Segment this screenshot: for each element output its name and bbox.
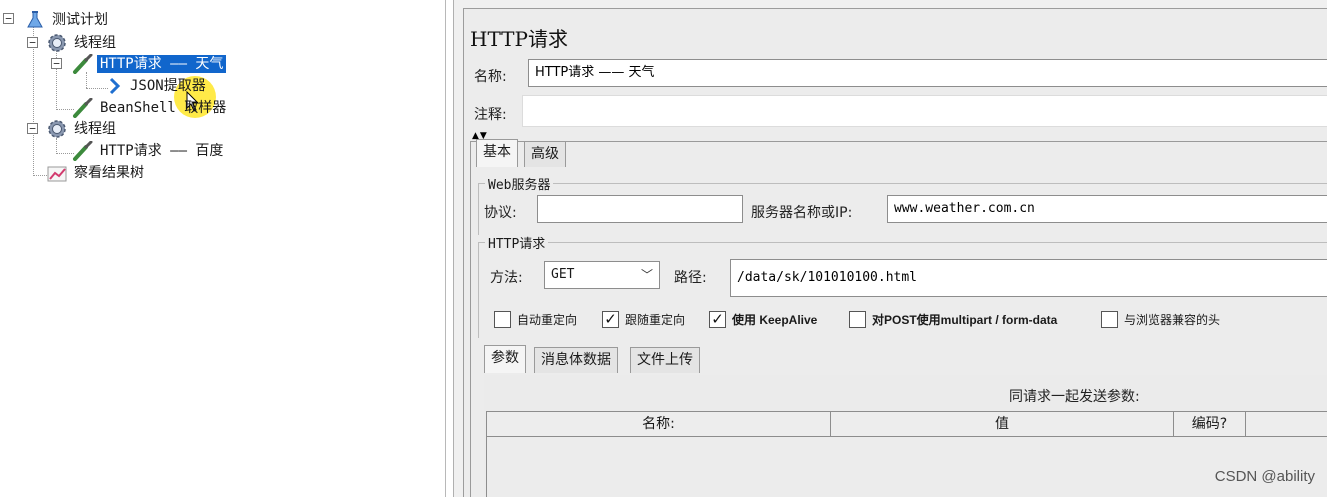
checkbox-follow-redirects[interactable]: ✓ 跟随重定向	[602, 311, 685, 328]
checkbox-auto-redirect[interactable]: 自动重定向	[494, 311, 577, 328]
group-title: Web服务器	[485, 174, 554, 193]
tree-node-label: HTTP请求 —— 百度	[100, 143, 224, 159]
checkbox-box	[494, 311, 511, 328]
server-name-label: 服务器名称或IP:	[751, 205, 853, 221]
column-header-encode[interactable]: 编码?	[1174, 412, 1246, 436]
tree-node-label: 线程组	[74, 121, 116, 137]
page-title: HTTP请求	[470, 27, 568, 51]
tree-node-thread-group[interactable]: 线程组	[46, 119, 119, 139]
tree-node-label: 线程组	[74, 35, 116, 51]
method-label: 方法:	[490, 270, 523, 286]
tree-node-test-plan[interactable]: 测试计划	[24, 10, 111, 30]
tab-files-upload[interactable]: 文件上传	[630, 347, 700, 373]
checkbox-box: ✓	[602, 311, 619, 328]
gear-icon	[46, 33, 68, 53]
pipette-icon	[72, 53, 94, 74]
tree-connector	[86, 88, 108, 89]
editor-panel: HTTP请求 名称: HTTP请求 —— 天气 注释: ▲▼ 基本 高级 Web…	[453, 0, 1327, 497]
checkbox-browser-compatible-headers[interactable]: 与浏览器兼容的头	[1101, 311, 1220, 328]
checkbox-box: ✓	[709, 311, 726, 328]
name-label: 名称:	[474, 69, 507, 85]
tree-connector	[56, 138, 57, 154]
expand-toggle[interactable]: −	[51, 58, 62, 69]
tab-advanced[interactable]: 高级	[524, 141, 566, 167]
tree-node-view-results-tree[interactable]: 察看结果树	[46, 163, 147, 183]
pipette-icon	[72, 140, 94, 161]
method-value: GET	[551, 267, 575, 282]
tab-parameters[interactable]: 参数	[484, 345, 526, 373]
tree-node-http-request-baidu[interactable]: HTTP请求 —— 百度	[72, 140, 226, 161]
checkbox-keepalive[interactable]: ✓ 使用 KeepAlive	[709, 311, 817, 328]
tree-node-label: HTTP请求 —— 天气	[97, 55, 227, 73]
checkbox-label: 与浏览器兼容的头	[1124, 313, 1221, 327]
checkbox-box	[1101, 311, 1118, 328]
tree-node-label: 察看结果树	[74, 165, 144, 181]
extractor-arrow-icon	[106, 76, 124, 96]
checkbox-multipart[interactable]: 对POST使用multipart / form-data	[849, 311, 1057, 328]
column-header-name[interactable]: 名称:	[487, 412, 831, 436]
test-plan-tree[interactable]: − − − − 测试计划 线程组 HTTP请求 —— 天气 JSON提取器 Be…	[0, 0, 446, 497]
group-title: HTTP请求	[485, 233, 549, 252]
editor-form: HTTP请求 名称: HTTP请求 —— 天气 注释: ▲▼ 基本 高级 Web…	[463, 8, 1327, 497]
tree-node-label: BeanShell 取样器	[100, 100, 227, 116]
tree-node-beanshell-sampler[interactable]: BeanShell 取样器	[72, 97, 229, 118]
chart-icon	[46, 163, 68, 183]
checkbox-box	[849, 311, 866, 328]
tree-connector	[86, 72, 87, 88]
path-input[interactable]: /data/sk/101010100.html	[730, 259, 1327, 297]
method-select[interactable]: GET ﹀	[544, 261, 660, 289]
tree-node-thread-group[interactable]: 线程组	[46, 33, 119, 53]
watermark: CSDN @ability	[1214, 468, 1315, 485]
tab-basic[interactable]: 基本	[476, 139, 518, 167]
name-field[interactable]: HTTP请求 —— 天气	[528, 59, 1327, 87]
tree-connector	[33, 132, 34, 176]
protocol-label: 协议:	[484, 205, 517, 221]
params-caption: 同请求一起发送参数:	[1009, 389, 1140, 405]
tree-node-label: 测试计划	[52, 12, 108, 28]
tree-node-http-request-weather[interactable]: HTTP请求 —— 天气	[72, 53, 227, 74]
protocol-input[interactable]	[537, 195, 743, 223]
path-label: 路径:	[674, 270, 707, 286]
checkbox-label: 使用 KeepAlive	[732, 313, 818, 327]
server-name-input[interactable]: www.weather.com.cn	[887, 195, 1327, 223]
params-table-body[interactable]	[486, 437, 1327, 497]
checkbox-label: 自动重定向	[517, 313, 578, 327]
expand-toggle[interactable]: −	[3, 13, 14, 24]
checkbox-label: 跟随重定向	[625, 313, 686, 327]
chevron-down-icon: ﹀	[640, 268, 653, 282]
column-header-extra[interactable]	[1246, 412, 1327, 436]
comment-field[interactable]	[522, 95, 1327, 127]
expand-toggle[interactable]: −	[27, 37, 38, 48]
gear-icon	[46, 119, 68, 139]
test-plan-icon	[24, 10, 46, 30]
expand-toggle[interactable]: −	[27, 123, 38, 134]
params-table-header: 名称: 值 编码?	[486, 411, 1327, 437]
comment-label: 注释:	[474, 107, 507, 123]
column-header-value[interactable]: 值	[831, 412, 1174, 436]
tab-body-data[interactable]: 消息体数据	[534, 347, 618, 373]
checkbox-label: 对POST使用multipart / form-data	[872, 313, 1058, 327]
pipette-icon	[72, 97, 94, 118]
